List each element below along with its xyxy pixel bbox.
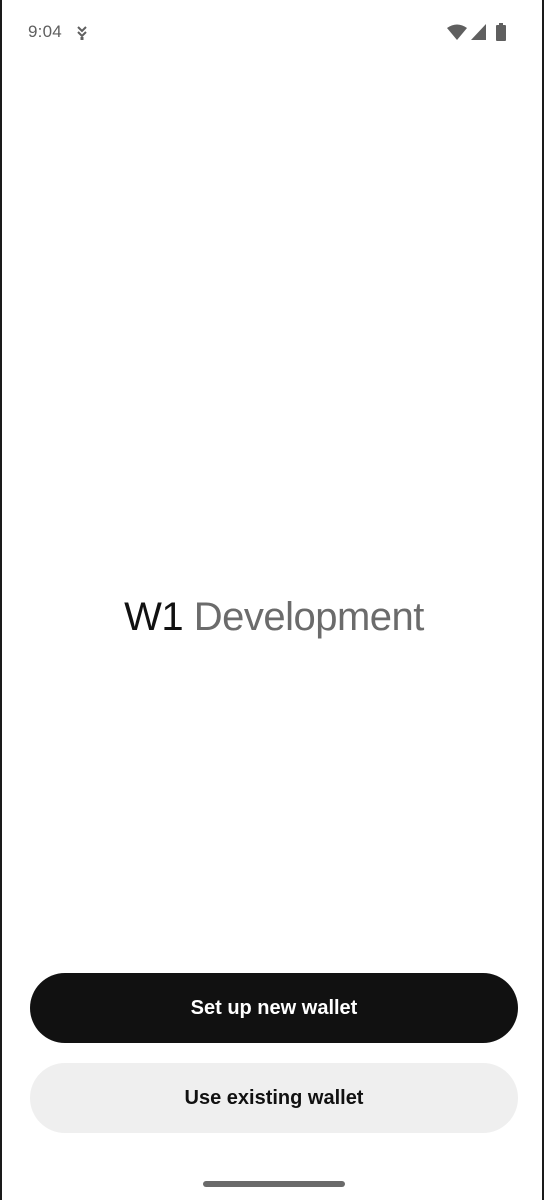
onboarding-screen: 9:04 W1 Development Set up new wallet Us… — [0, 0, 544, 1200]
home-gesture-bar[interactable] — [203, 1181, 345, 1187]
wifi-icon — [447, 24, 467, 40]
use-existing-wallet-button[interactable]: Use existing wallet — [30, 1063, 518, 1133]
status-icons — [447, 23, 506, 41]
setup-new-wallet-button[interactable]: Set up new wallet — [30, 973, 518, 1043]
setup-new-wallet-label: Set up new wallet — [190, 996, 358, 1019]
status-time: 9:04 — [28, 22, 62, 41]
battery-icon — [496, 23, 506, 41]
cell-signal-icon — [471, 24, 486, 40]
notification-icon — [76, 25, 88, 41]
status-bar: 9:04 — [2, 0, 542, 66]
use-existing-wallet-label: Use existing wallet — [184, 1086, 364, 1109]
wordmark-secondary: Development — [193, 595, 425, 639]
wordmark-primary: W1 — [124, 595, 184, 639]
app-wordmark: W1 Development — [2, 592, 544, 642]
